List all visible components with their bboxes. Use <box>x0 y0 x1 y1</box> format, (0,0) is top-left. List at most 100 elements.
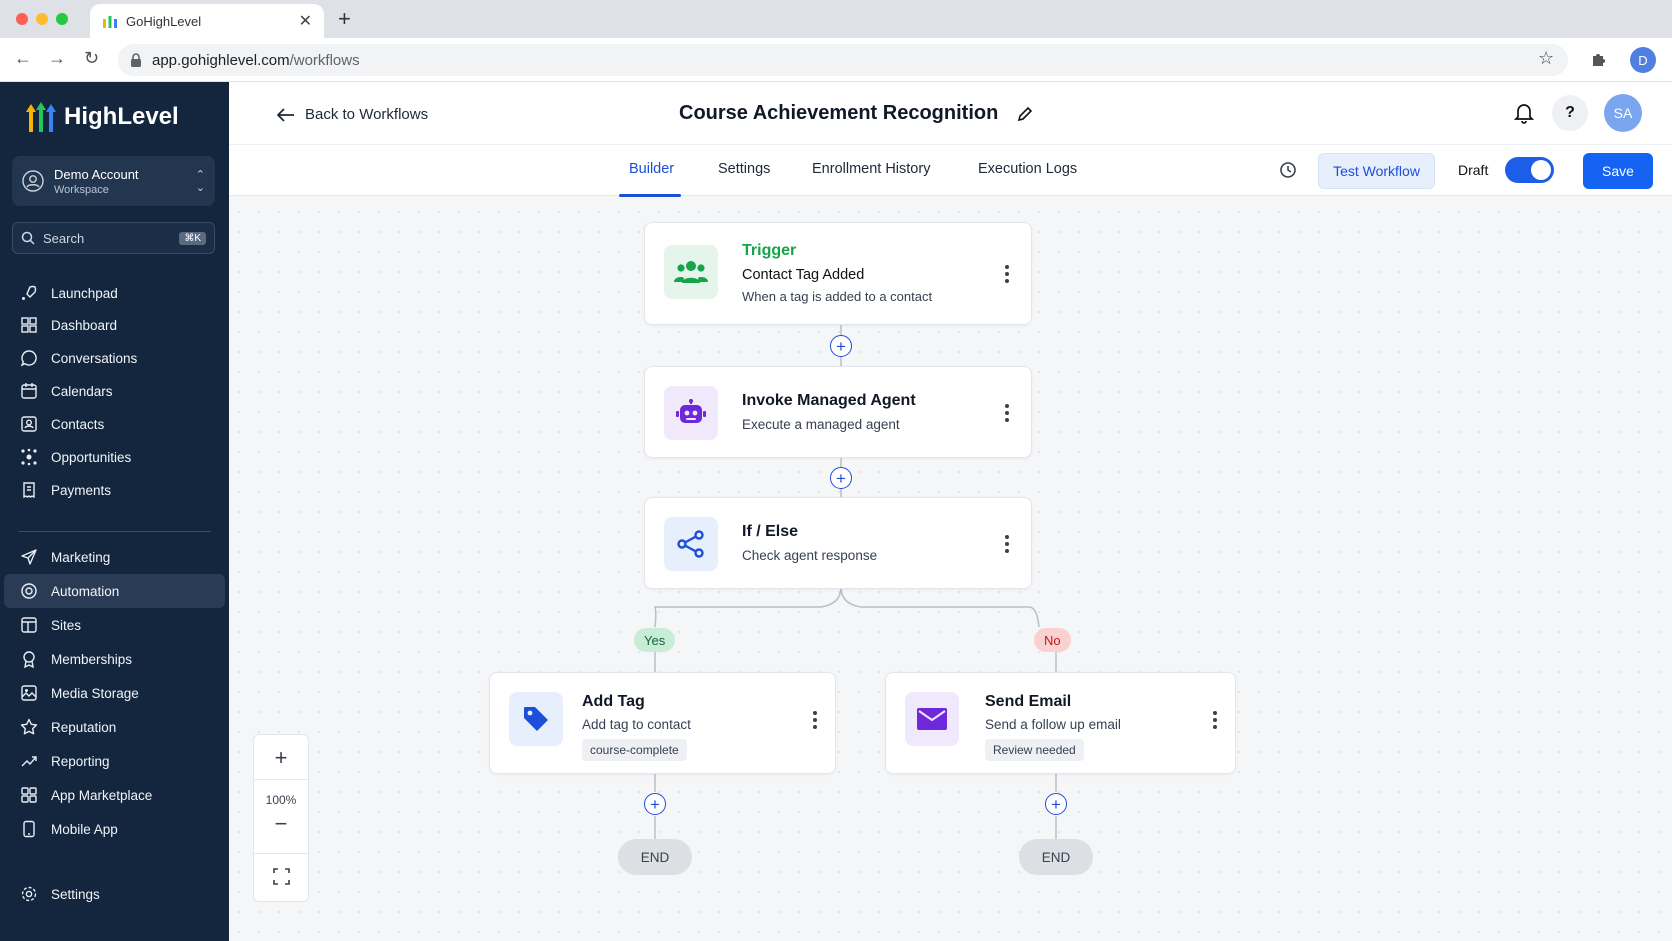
extensions-puzzle-icon[interactable] <box>1590 50 1608 68</box>
close-tab-icon[interactable]: ✕ <box>299 11 312 31</box>
back-arrow-icon[interactable]: ← <box>14 48 32 69</box>
grid-icon <box>21 317 37 333</box>
add-step-button[interactable]: + <box>644 793 666 815</box>
url-host: app.gohighlevel.com <box>152 51 290 69</box>
sidebar-item-dashboard[interactable]: Dashboard <box>4 308 225 342</box>
invoke-agent-node[interactable]: Invoke Managed Agent Execute a managed a… <box>644 366 1032 458</box>
highlevel-favicon-icon <box>103 16 117 28</box>
brand-name: HighLevel <box>64 103 179 130</box>
sidebar-item-app-marketplace[interactable]: App Marketplace <box>4 778 225 812</box>
browser-profile-avatar[interactable]: D <box>1630 47 1656 73</box>
account-switcher[interactable]: Demo Account Workspace ⌃ ⌄ <box>12 156 215 206</box>
apps-icon <box>21 787 37 803</box>
bookmark-star-icon[interactable]: ☆ <box>1538 48 1554 69</box>
sidebar-item-launchpad[interactable]: Launchpad <box>4 276 225 310</box>
contacts-icon <box>21 416 37 432</box>
sidebar: HighLevel Demo Account Workspace ⌃ ⌄ Sear… <box>0 82 229 941</box>
send-email-description: Send a follow up email <box>985 717 1121 732</box>
url-field[interactable]: app.gohighlevel.com/workflows <box>118 44 1568 76</box>
close-window-button[interactable] <box>16 13 28 25</box>
if-else-node[interactable]: If / Else Check agent response <box>644 497 1032 589</box>
add-step-button[interactable]: + <box>1045 793 1067 815</box>
sidebar-item-contacts[interactable]: Contacts <box>4 407 225 441</box>
add-step-button[interactable]: + <box>830 467 852 489</box>
trend-icon <box>21 756 37 767</box>
reload-icon[interactable]: ↻ <box>84 48 99 69</box>
sidebar-item-automation[interactable]: Automation <box>4 574 225 608</box>
rocket-icon <box>22 285 37 300</box>
if-else-description: Check agent response <box>742 548 878 563</box>
mail-icon <box>905 692 959 746</box>
user-icon <box>22 170 44 192</box>
send-email-more-menu-icon[interactable] <box>1212 711 1218 729</box>
automation-icon <box>21 583 37 599</box>
address-bar-row: ← → ↻ app.gohighlevel.com/workflows ☆ D <box>0 38 1672 82</box>
calendar-icon <box>21 383 37 399</box>
if-else-title: If / Else <box>742 523 799 540</box>
sidebar-item-calendars[interactable]: Calendars <box>4 374 225 408</box>
chevron-updown-icon: ⌃ ⌄ <box>195 169 205 194</box>
minimize-window-button[interactable] <box>36 13 48 25</box>
send-email-title: Send Email <box>985 693 1072 710</box>
account-subtitle: Workspace <box>54 183 109 196</box>
trigger-description: When a tag is added to a contact <box>742 289 933 304</box>
send-email-node[interactable]: Send Email Send a follow up email Review… <box>885 672 1236 774</box>
highlevel-logo-icon <box>26 102 56 132</box>
add-tag-title: Add Tag <box>582 693 645 710</box>
forward-arrow-icon[interactable]: → <box>48 48 66 69</box>
tag-chip: course-complete <box>582 739 687 761</box>
sidebar-item-memberships[interactable]: Memberships <box>4 642 225 676</box>
gear-icon <box>21 886 37 902</box>
brand-logo[interactable]: HighLevel <box>24 100 179 134</box>
sidebar-item-sites[interactable]: Sites <box>4 608 225 642</box>
review-chip: Review needed <box>985 739 1084 761</box>
add-tag-description: Add tag to contact <box>582 717 691 732</box>
sidebar-search[interactable]: Search ⌘K <box>12 222 215 254</box>
window-controls <box>16 13 68 25</box>
end-node: END <box>618 839 692 875</box>
tag-icon <box>509 692 563 746</box>
sidebar-item-marketing[interactable]: Marketing <box>4 540 225 574</box>
sidebar-divider <box>18 531 211 532</box>
sidebar-item-reputation[interactable]: Reputation <box>4 710 225 744</box>
sidebar-item-payments[interactable]: Payments <box>4 473 225 507</box>
new-tab-button[interactable]: + <box>338 6 351 32</box>
sidebar-item-opportunities[interactable]: Opportunities <box>4 440 225 474</box>
trigger-more-menu-icon[interactable] <box>1004 265 1010 283</box>
sidebar-item-media-storage[interactable]: Media Storage <box>4 676 225 710</box>
agent-description: Execute a managed agent <box>742 417 900 432</box>
zoom-out-button[interactable]: − <box>254 811 308 837</box>
search-placeholder: Search <box>43 230 85 246</box>
workflow-canvas[interactable]: Back to Workflows Course Achievement Rec… <box>229 82 1672 941</box>
if-else-more-menu-icon[interactable] <box>1004 535 1010 553</box>
browser-tab-strip: GoHighLevel ✕ + <box>0 0 1672 38</box>
zoom-level: 100% <box>265 793 297 807</box>
sidebar-item-mobile-app[interactable]: Mobile App <box>4 812 225 846</box>
send-icon <box>21 549 37 565</box>
add-step-button[interactable]: + <box>830 335 852 357</box>
search-shortcut-badge: ⌘K <box>179 231 206 245</box>
browser-tab[interactable]: GoHighLevel ✕ <box>90 4 324 38</box>
maximize-window-button[interactable] <box>56 13 68 25</box>
account-name: Demo Account <box>54 166 139 182</box>
robot-icon <box>664 386 718 440</box>
zoom-in-button[interactable]: + <box>254 745 308 771</box>
star-icon <box>20 718 38 735</box>
sites-icon <box>21 617 37 633</box>
add-tag-node[interactable]: Add Tag Add tag to contact course-comple… <box>489 672 836 774</box>
add-tag-more-menu-icon[interactable] <box>812 711 818 729</box>
sidebar-item-conversations[interactable]: Conversations <box>4 341 225 375</box>
branch-share-icon <box>664 517 718 571</box>
award-icon <box>23 651 35 668</box>
yes-branch-badge: Yes <box>634 628 676 652</box>
chat-icon <box>20 350 37 367</box>
fit-screen-icon[interactable] <box>273 868 290 885</box>
trigger-node[interactable]: Trigger Contact Tag Added When a tag is … <box>644 222 1032 325</box>
agent-more-menu-icon[interactable] <box>1004 404 1010 422</box>
agent-title: Invoke Managed Agent <box>742 392 916 409</box>
sidebar-item-settings[interactable]: Settings <box>4 877 225 911</box>
url-path: /workflows <box>289 51 360 69</box>
sidebar-item-reporting[interactable]: Reporting <box>4 744 225 778</box>
no-branch-badge: No <box>1034 628 1071 652</box>
lock-icon <box>131 53 141 67</box>
